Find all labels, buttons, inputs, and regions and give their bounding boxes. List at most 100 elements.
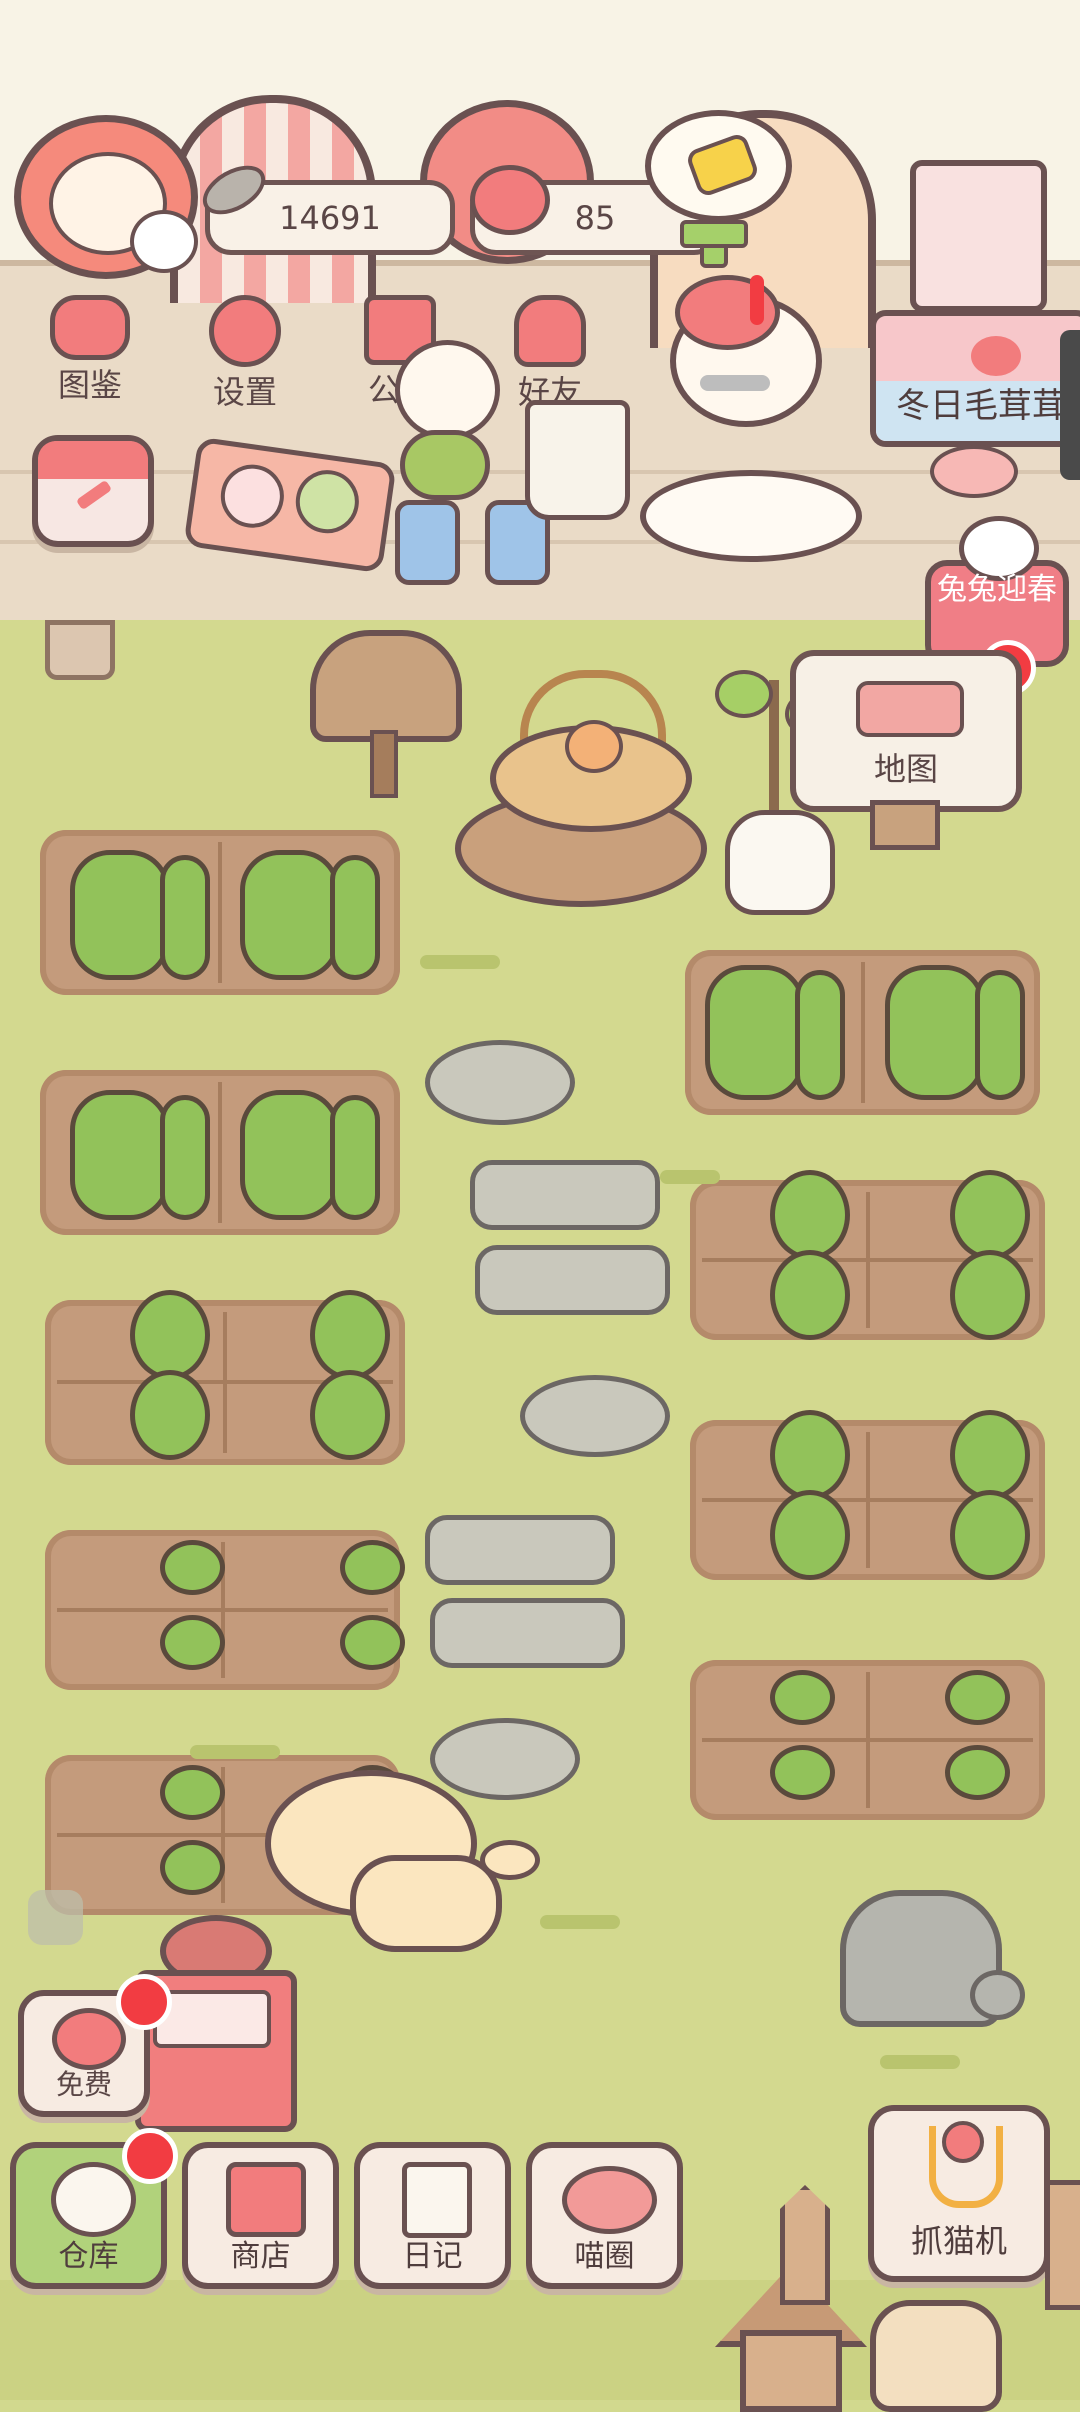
cat-name-bar [700,375,770,391]
boulder[interactable] [830,1890,1025,2027]
grass-tuft [190,1745,280,1759]
cat-cushion [640,470,862,562]
paw-icon [971,336,1021,376]
leafy-crop [310,1370,390,1460]
bunny-body [400,430,490,500]
gear-icon [209,295,281,367]
side-drawer-handle[interactable] [1060,330,1080,480]
leafy-crop [950,1410,1030,1500]
grass-tuft [660,1170,720,1184]
nav-label: 仓库 [58,2239,119,2274]
view-toggle-button[interactable] [28,1890,83,1945]
alert-icon [750,275,764,325]
claw-machine-label: 抓猫机 [910,2222,1007,2260]
rabbit-event-label: 兔兔迎春 [937,572,1057,607]
claw-machine-button[interactable]: 抓猫机 [868,2105,1050,2282]
hamster-icon [565,720,623,773]
fence-picket [1045,2180,1080,2310]
event-banner-label: 冬日毛茸茸 [896,386,1066,426]
plot-divider [702,1738,1033,1742]
event-banner[interactable]: 冬日毛茸茸 [870,310,1080,447]
cake-icon [216,460,288,532]
menu-item-friends[interactable]: 好友 [490,295,610,415]
coin-amount: 14691 [279,198,381,237]
plot-divider [218,842,222,983]
leafy-crop [130,1290,210,1380]
mailbox-body [310,630,462,742]
corn-crop [330,855,380,980]
corn-crop [330,1095,380,1220]
menu-label: 图鉴 [57,366,122,404]
fence-picket [780,2185,830,2305]
stepping-stone [425,1515,615,1585]
sign-post [870,800,940,850]
map-sign-label: 地图 [873,750,938,788]
sprout-crop [160,1615,225,1670]
plot-divider [218,1082,222,1223]
friends-icon [514,295,586,367]
sack-icon [725,810,835,915]
sprout-crop [160,1540,225,1595]
cake-icon [291,466,363,538]
stepping-stone [425,1040,575,1125]
pebble [970,1970,1025,2020]
scroll-calendar-icon[interactable] [910,160,1047,312]
nav-shop[interactable]: 商店 [182,2142,339,2289]
corn-crop [705,965,805,1100]
crop-plot[interactable] [690,1410,1045,1580]
sprout-crop [340,1540,405,1595]
crop-plot[interactable] [45,1290,405,1465]
crop-plot[interactable] [45,1530,405,1690]
crop-plot[interactable] [685,950,1040,1115]
corn-crop [795,970,845,1100]
grass-tuft [540,1915,620,1929]
sprout-crop [945,1670,1010,1725]
note-edit-button[interactable] [32,435,154,547]
leafy-crop [770,1410,850,1500]
sprout-crop [340,1615,405,1670]
leafy-crop [130,1370,210,1460]
leafy-crop [770,1490,850,1580]
nav-cat-circle[interactable]: 喵圈 [526,2142,683,2289]
corn-crop [160,855,210,980]
brush-bubble-icon[interactable] [645,110,792,222]
hamster-basket[interactable] [490,670,692,832]
stepping-stone [470,1160,660,1230]
corn-crop [975,970,1025,1100]
menu-item-settings[interactable]: 设置 [185,295,305,415]
note-header [38,441,148,479]
mailbox[interactable] [310,630,462,798]
corn-crop [240,850,340,980]
mailbox-post [370,730,398,798]
warehouse-icon [51,2162,136,2237]
fence-post [45,620,115,680]
leafy-crop [950,1170,1030,1260]
nav-diary[interactable]: 日记 [354,2142,511,2289]
leafy-crop [770,1250,850,1340]
claw-ball [942,2121,984,2163]
corn-crop [885,965,985,1100]
cat-shopkeeper[interactable] [660,275,822,475]
sprout-crop [160,1765,225,1820]
nav-label: 日记 [402,2239,463,2274]
stepping-stone [430,1598,625,1668]
crop-plot[interactable] [690,1170,1045,1340]
map-sign[interactable]: 地图 [790,650,1022,812]
menu-item-collection[interactable]: 图鉴 [30,295,150,415]
plot-divider [57,1608,388,1612]
leafy-crop [310,1290,390,1380]
menu-label: 设置 [212,373,277,411]
seed-sack[interactable] [870,2300,1002,2412]
heart-bubble-icon [675,275,780,350]
leafy-crop [770,1170,850,1260]
bunny-character[interactable] [380,320,500,500]
crop-plot[interactable] [40,830,400,995]
leafy-crop [950,1250,1030,1340]
nav-label: 喵圈 [574,2239,635,2274]
crop-plot[interactable] [690,1660,1045,1820]
heart-gift-icon [52,2008,126,2070]
cat-face-icon [50,295,130,360]
fence-map-icon [856,681,964,737]
cat-planet-icon [562,2166,657,2234]
crop-plot[interactable] [40,1070,400,1235]
